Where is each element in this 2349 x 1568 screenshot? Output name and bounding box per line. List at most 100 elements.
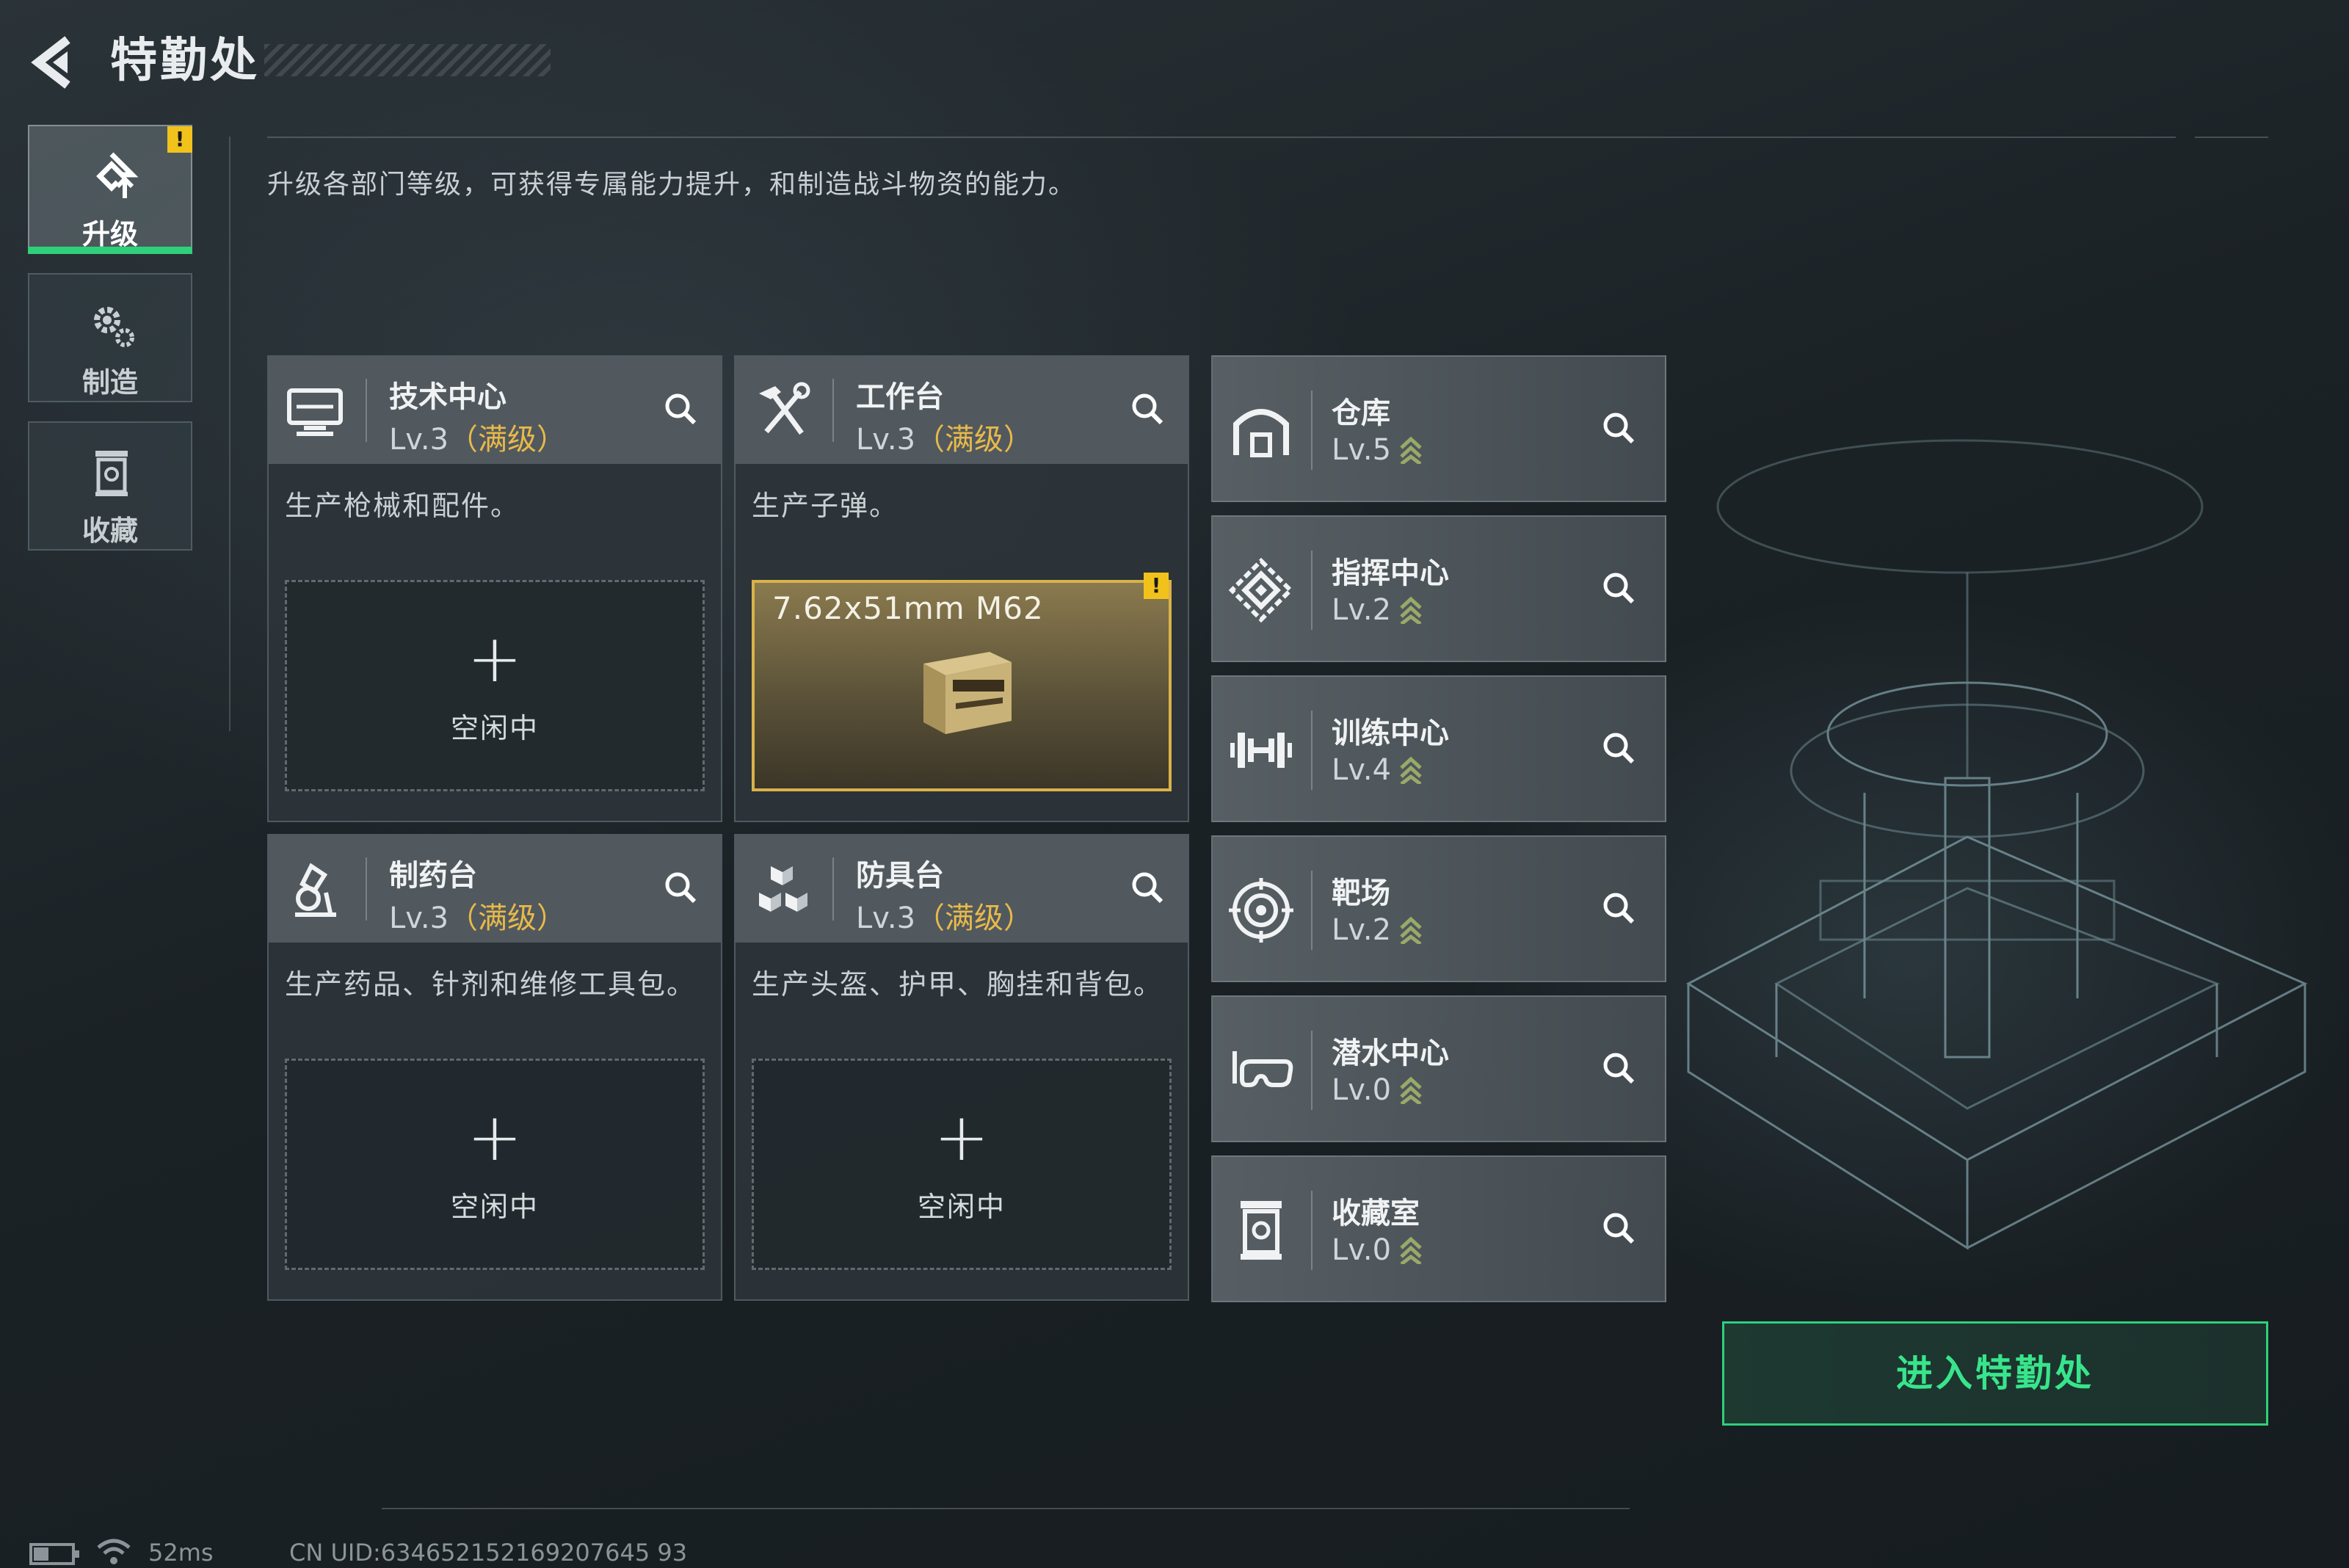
- search-icon[interactable]: [1596, 1045, 1643, 1092]
- facility-level: Lv.0: [1332, 1233, 1423, 1267]
- plus-icon: +: [467, 620, 523, 697]
- facility-description: 生产子弹。: [752, 490, 899, 522]
- production-slot[interactable]: + 空闲中: [285, 580, 705, 791]
- facility-name: 潜水中心: [1332, 1037, 1449, 1070]
- level-text: Lv.3: [856, 423, 916, 457]
- upgrade-chevron-icon: [1400, 436, 1422, 464]
- level-text: Lv.0: [1332, 1073, 1392, 1107]
- search-icon[interactable]: [1596, 885, 1643, 932]
- upgrade-chevron-icon: [1400, 596, 1422, 624]
- search-icon[interactable]: [658, 865, 705, 912]
- level-text: Lv.4: [1332, 753, 1392, 787]
- slot-status: 空闲中: [917, 1191, 1006, 1223]
- page-title: 特勤处: [110, 34, 260, 88]
- top-divider-right: [2195, 137, 2268, 138]
- intro-text: 升级各部门等级，可获得专属能力提升，和制造战斗物资的能力。: [267, 170, 1077, 200]
- enter-special-ops-button[interactable]: 进入特勤处: [1722, 1321, 2268, 1426]
- search-icon[interactable]: [658, 386, 705, 433]
- warning-badge: !: [1144, 573, 1169, 599]
- monitor-icon: [287, 388, 343, 436]
- card-tech-center: 技术中心 Lv.3（满级） 生产枪械和配件。 + 空闲中: [267, 355, 722, 822]
- separator: [1311, 711, 1313, 790]
- facility-level: Lv.3（满级）: [856, 894, 1033, 937]
- back-button[interactable]: [22, 29, 88, 95]
- hammer-wrench-icon: [759, 382, 810, 435]
- facility-command-center[interactable]: 指挥中心 Lv.2: [1211, 515, 1666, 662]
- ping-readout: 52ms: [148, 1539, 214, 1567]
- level-text: Lv.3: [389, 901, 449, 935]
- facility-level: Lv.4: [1332, 753, 1423, 787]
- production-slot-active[interactable]: 7.62x51mm M62 !: [752, 573, 1172, 791]
- left-divider: [229, 137, 230, 731]
- enter-button-label: 进入特勤处: [1896, 1352, 2094, 1395]
- warehouse-icon: [1233, 409, 1289, 457]
- level-text: Lv.3: [389, 423, 449, 457]
- production-slot[interactable]: + 空闲中: [285, 1059, 705, 1270]
- facility-level: Lv.3（满级）: [389, 894, 566, 937]
- facility-name: 指挥中心: [1332, 556, 1449, 590]
- max-level-label: （满级）: [449, 423, 567, 457]
- facility-description: 生产头盔、护甲、胸挂和背包。: [752, 968, 1163, 1001]
- separator: [1311, 391, 1313, 470]
- search-icon[interactable]: [1596, 725, 1643, 772]
- separator: [832, 857, 834, 921]
- card-workbench: 工作台 Lv.3（满级） 生产子弹。 7.62x51mm M62 !: [734, 355, 1189, 822]
- facility-shooting-range[interactable]: 靶场 Lv.2: [1211, 835, 1666, 982]
- separator: [366, 379, 367, 442]
- separator: [1311, 871, 1313, 950]
- search-icon[interactable]: [1125, 865, 1172, 912]
- facility-diving-center[interactable]: 潜水中心 Lv.0: [1211, 995, 1666, 1142]
- search-icon[interactable]: [1125, 386, 1172, 433]
- tab-collection-label: 收藏: [81, 515, 138, 547]
- player-uid: CN UID:634652152169207645 93: [289, 1539, 688, 1567]
- facility-level: Lv.2: [1332, 913, 1423, 947]
- tab-collection[interactable]: 收藏: [28, 421, 192, 551]
- production-slot[interactable]: + 空闲中: [752, 1059, 1172, 1270]
- level-text: Lv.0: [1332, 1233, 1392, 1267]
- search-icon[interactable]: [1596, 405, 1643, 452]
- search-icon[interactable]: [1596, 1205, 1643, 1252]
- tab-upgrade[interactable]: 升级 !: [28, 125, 192, 254]
- separator: [1311, 551, 1313, 630]
- slot-status: 空闲中: [450, 1191, 539, 1223]
- wifi-icon: [97, 1539, 131, 1564]
- max-level-label: （满级）: [915, 901, 1034, 935]
- cubes-icon: [759, 866, 807, 912]
- max-level-label: （满级）: [449, 901, 567, 935]
- slot-status: 空闲中: [450, 712, 539, 744]
- facility-level: Lv.5: [1332, 433, 1423, 467]
- search-icon[interactable]: [1596, 565, 1643, 612]
- card-pharmacy: 制药台 Lv.3（满级） 生产药品、针剂和维修工具包。 + 空闲中: [267, 834, 722, 1301]
- level-text: Lv.3: [856, 901, 916, 935]
- upgrade-chevron-icon: [1400, 1236, 1422, 1264]
- facility-description: 生产药品、针剂和维修工具包。: [285, 968, 697, 1001]
- dumbbell-icon: [1230, 733, 1292, 768]
- card-armor-bench: 防具台 Lv.3（满级） 生产头盔、护甲、胸挂和背包。 + 空闲中: [734, 834, 1189, 1301]
- plus-icon: +: [934, 1099, 990, 1176]
- facility-level: Lv.3（满级）: [856, 415, 1033, 458]
- facility-name: 防具台: [856, 859, 944, 893]
- upgrade-chevron-icon: [1400, 756, 1422, 784]
- warning-badge: !: [167, 126, 192, 153]
- facility-level: Lv.0: [1332, 1073, 1423, 1107]
- collection-icon: [95, 451, 128, 496]
- battery-icon: [29, 1543, 79, 1565]
- facility-warehouse[interactable]: 仓库 Lv.5: [1211, 355, 1666, 502]
- upgrade-icon: [96, 152, 139, 198]
- item-name: 7.62x51mm M62: [772, 590, 1044, 626]
- diving-mask-icon: [1232, 1051, 1293, 1087]
- facility-name: 收藏室: [1332, 1197, 1420, 1230]
- separator: [1311, 1031, 1313, 1110]
- card-header: 制药台 Lv.3（满级）: [269, 835, 721, 943]
- facility-name: 训练中心: [1332, 716, 1449, 750]
- special-ops-screen: 特勤处 升级 ! 制造 收藏 升级各部门等级，可获得专属能力提升，和制造战斗物资…: [0, 0, 2349, 1568]
- facility-training-center[interactable]: 训练中心 Lv.4: [1211, 675, 1666, 822]
- facility-name: 技术中心: [389, 380, 507, 414]
- tab-manufacture[interactable]: 制造: [28, 273, 192, 402]
- facility-collection-room[interactable]: 收藏室 Lv.0: [1211, 1155, 1666, 1302]
- ammo-box-image: [923, 652, 1012, 734]
- facility-hologram: [1686, 439, 2308, 1250]
- facility-name: 靶场: [1332, 876, 1390, 910]
- title-decoration: [264, 44, 551, 76]
- level-text: Lv.5: [1332, 433, 1392, 467]
